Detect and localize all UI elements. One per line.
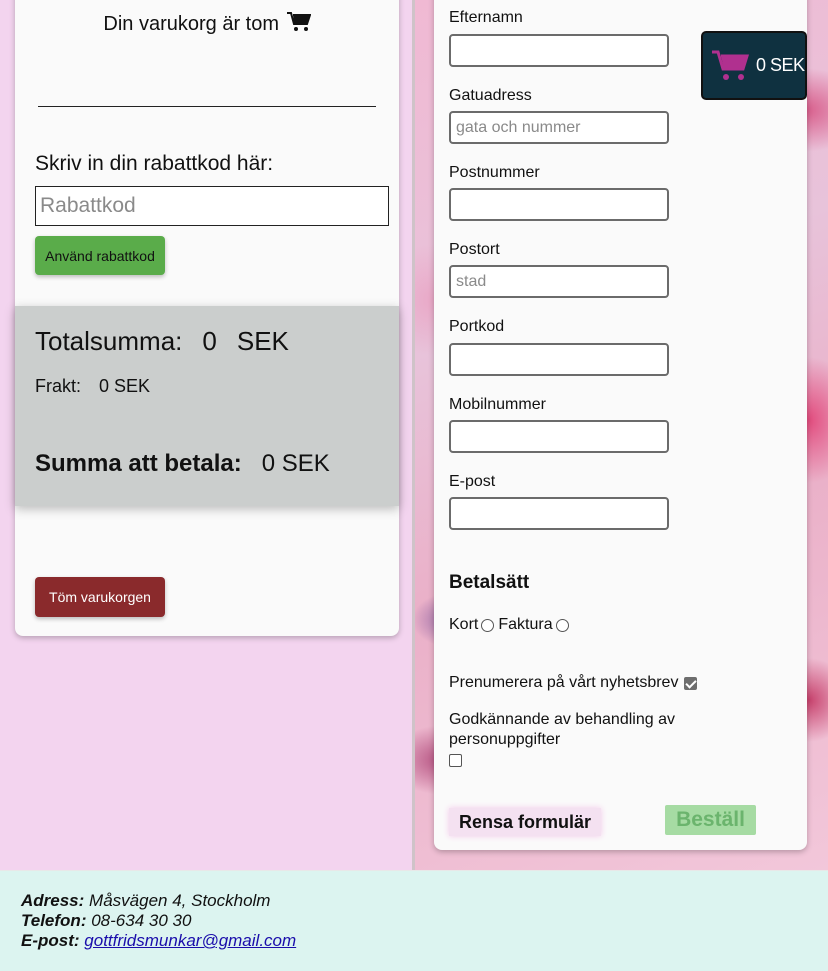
total-sum-currency: SEK — [236, 326, 289, 356]
freight-value: 0 SEK — [99, 376, 151, 396]
place-order-button[interactable]: Beställ — [665, 805, 756, 835]
door-code-field[interactable] — [449, 343, 669, 376]
amount-to-pay-row: Summa att betala: 0 SEK — [35, 450, 330, 478]
gdpr-consent-label: Godkännande av behandling av personuppgi… — [449, 711, 675, 748]
invoice-option-label: Faktura — [498, 616, 553, 633]
reset-form-button[interactable]: Rensa formulär — [449, 808, 601, 836]
page-footer: Adress: Måsvägen 4, Stockholm Telefon: 0… — [0, 870, 828, 971]
total-sum-value: 0 — [202, 326, 217, 356]
lastname-label: Efternamn — [449, 9, 523, 26]
promo-code-input[interactable] — [35, 186, 389, 226]
cart-separator — [38, 106, 376, 107]
cart-empty-message: Din varukorg är tom — [15, 12, 399, 36]
freight-label: Frakt: — [35, 376, 82, 396]
cart-badge-amount: 0 SEK — [756, 55, 805, 75]
city-field[interactable] — [449, 265, 669, 298]
mobile-number-label: Mobilnummer — [449, 396, 546, 413]
footer-address: Adress: Måsvägen 4, Stockholm — [21, 891, 270, 911]
cart-empty-text: Din varukorg är tom — [103, 13, 280, 35]
amount-to-pay-value: 0 SEK — [261, 450, 330, 477]
invoice-radio[interactable] — [555, 618, 569, 632]
shopping-cart-icon — [286, 12, 311, 31]
footer-phone-label: Telefon: — [21, 911, 87, 930]
email-field[interactable] — [449, 497, 669, 530]
payment-method-title: Betalsätt — [449, 572, 530, 593]
footer-email-link[interactable]: gottfridsmunkar@gmail.com — [84, 931, 296, 950]
postal-code-label: Postnummer — [449, 164, 540, 181]
newsletter-label: Prenumerera på vårt nyhetsbrev — [449, 674, 679, 691]
card-option-label: Kort — [449, 616, 479, 633]
lastname-field[interactable] — [449, 34, 669, 67]
city-label: Postort — [449, 241, 500, 258]
footer-address-value: Måsvägen 4, Stockholm — [89, 891, 271, 910]
amount-to-pay-label: Summa att betala: — [35, 450, 242, 477]
email-label: E-post — [449, 473, 496, 490]
street-address-field[interactable] — [449, 111, 669, 144]
cart-total-badge[interactable]: 0 SEK — [701, 31, 807, 100]
footer-email: E-post: gottfridsmunkar@gmail.com — [21, 931, 296, 951]
promo-code-label: Skriv in din rabattkod här: — [35, 152, 274, 175]
totals-box: Totalsumma: 0 SEK Frakt: 0 SEK Summa att be… — [15, 306, 399, 506]
footer-phone: Telefon: 08-634 30 30 — [21, 911, 191, 931]
postal-code-field[interactable] — [449, 188, 669, 221]
newsletter-row: Prenumerera på vårt nyhetsbrev — [449, 674, 698, 692]
card-radio[interactable] — [481, 618, 495, 632]
apply-promo-button[interactable]: Använd rabattkod — [35, 236, 165, 275]
door-code-label: Portkod — [449, 318, 505, 335]
footer-phone-value: 08-634 30 30 — [91, 911, 192, 930]
newsletter-checkbox[interactable] — [684, 676, 698, 690]
empty-cart-button[interactable]: Töm varukorgen — [35, 577, 165, 617]
total-sum-row: Totalsumma: 0 SEK — [35, 326, 309, 357]
freight-row: Frakt: 0 SEK — [35, 376, 168, 397]
mobile-number-field[interactable] — [449, 420, 669, 453]
total-sum-label: Totalsumma: — [35, 326, 183, 356]
footer-email-label: E-post: — [21, 931, 80, 950]
footer-address-label: Adress: — [21, 891, 85, 910]
column-divider — [412, 0, 415, 870]
gdpr-consent-checkbox[interactable] — [449, 754, 462, 767]
street-address-label: Gatuadress — [449, 87, 532, 104]
payment-method-options: Kort Faktura — [449, 616, 573, 634]
shopping-cart-icon — [712, 50, 749, 80]
